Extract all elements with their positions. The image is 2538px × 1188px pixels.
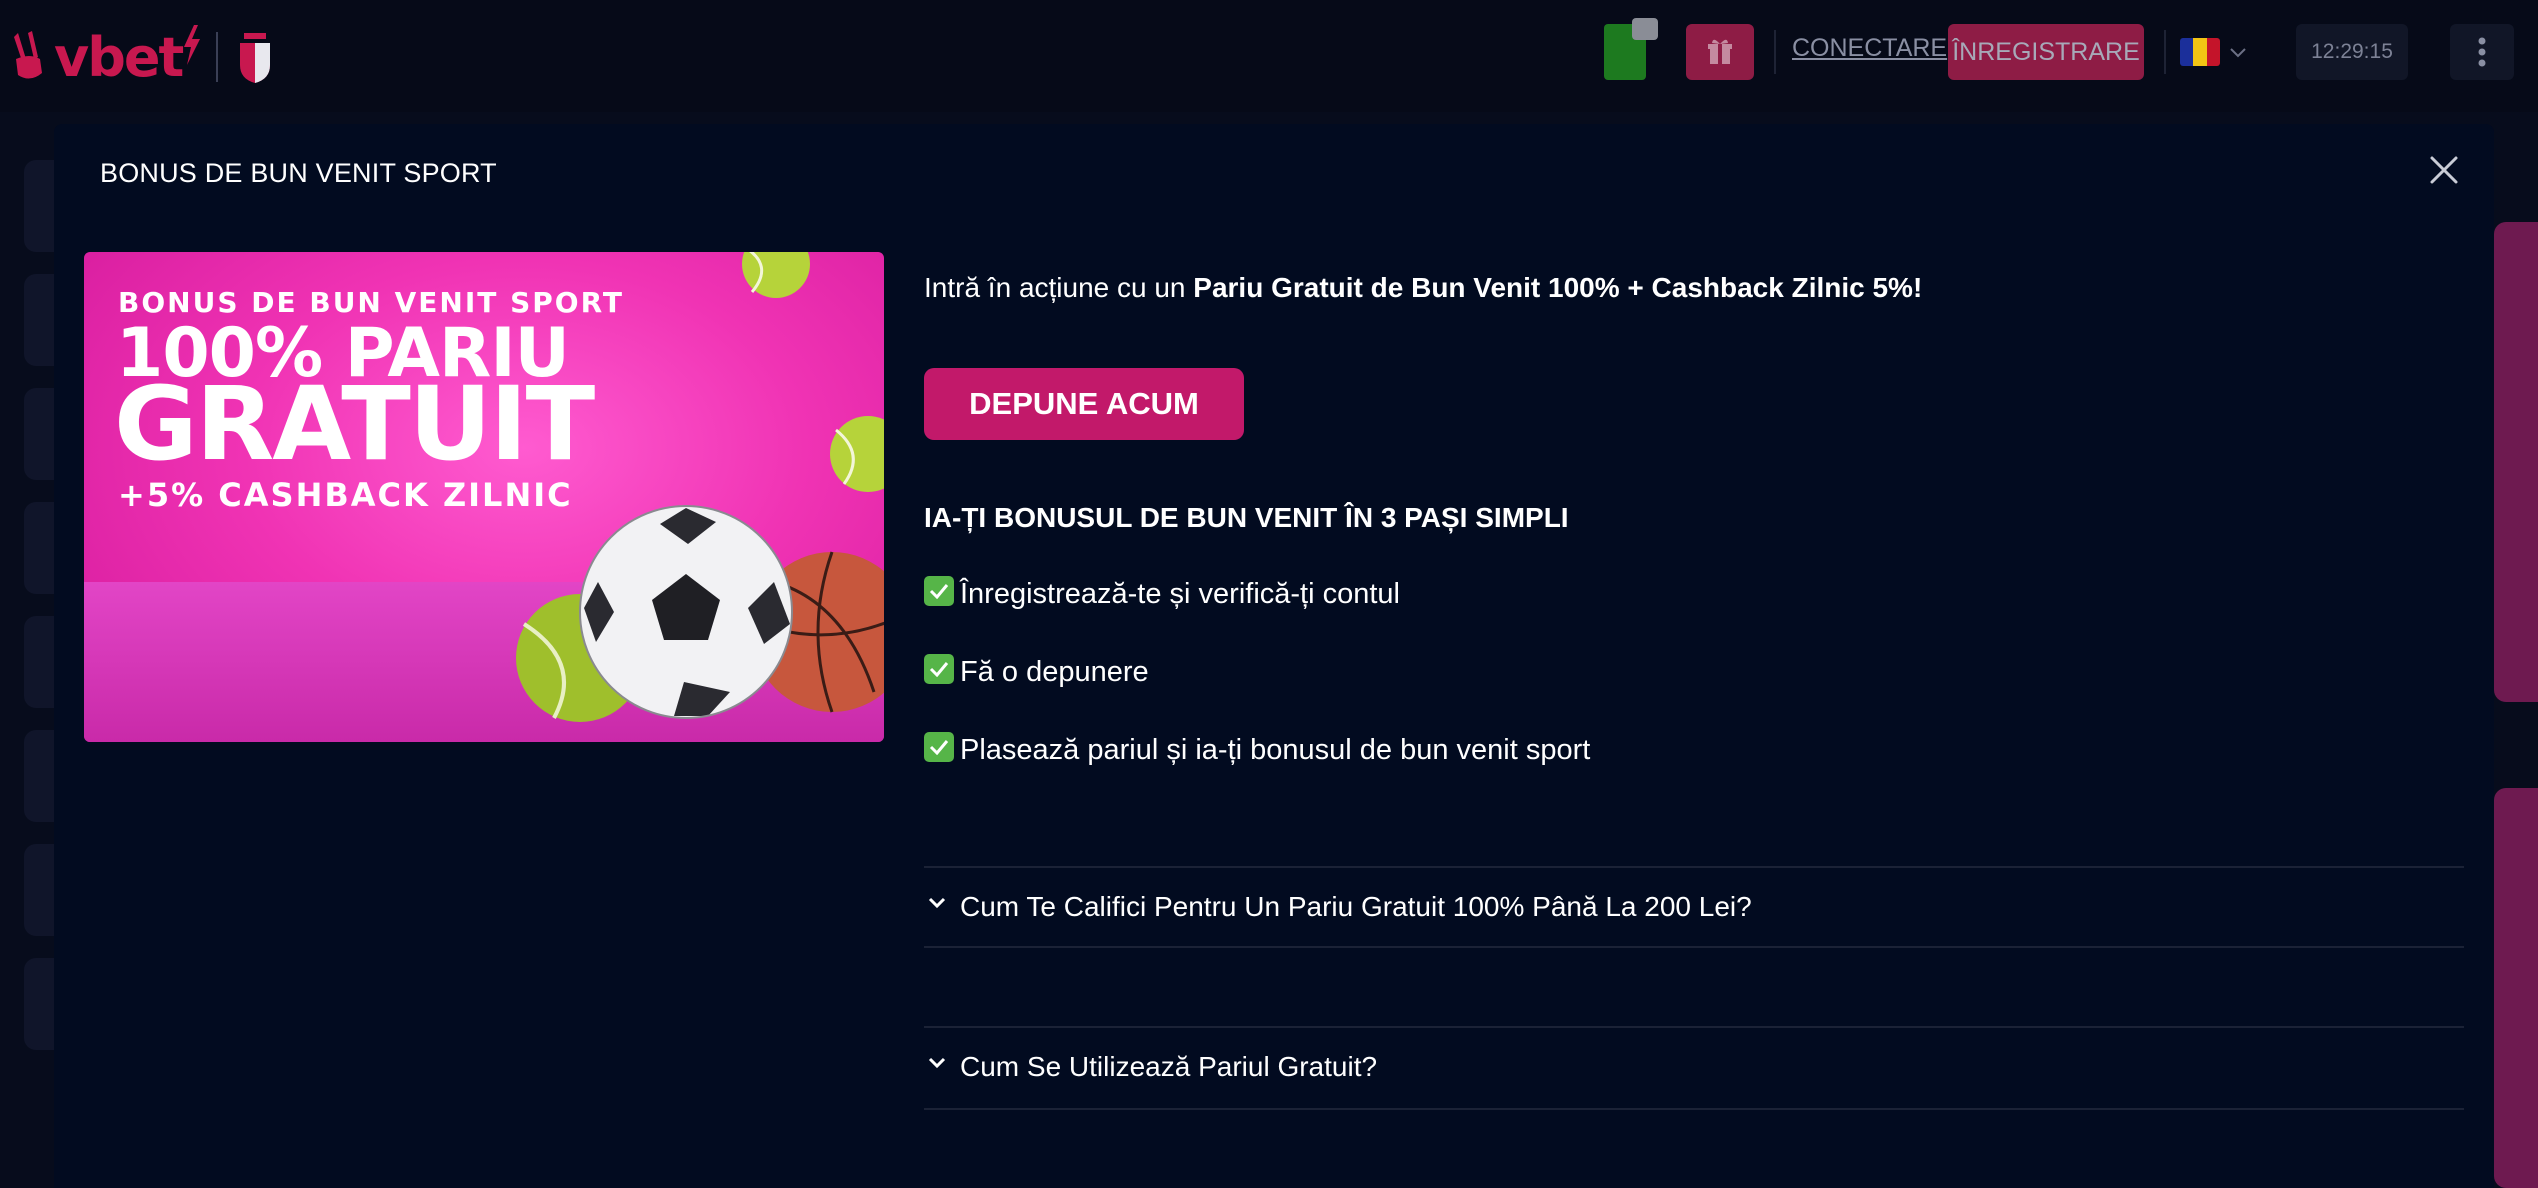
register-button[interactable]: ÎNREGISTRARE	[1948, 24, 2144, 80]
intro-prefix: Intră în acțiune cu un	[924, 272, 1194, 303]
logo-separator	[216, 32, 219, 82]
more-menu-button[interactable]	[2450, 24, 2514, 80]
step-label: Plasează pariul și ia-ți bonusul de bun …	[960, 734, 1591, 766]
promo-banner-image: BONUS DE BUN VENIT SPORT 100% PARIU GRAT…	[84, 252, 884, 742]
chevron-down-icon	[2230, 48, 2246, 58]
close-icon[interactable]	[2424, 150, 2464, 190]
step-item: Înregistrează-te și verifică-ți contul	[924, 575, 1400, 611]
gift-icon	[1708, 39, 1732, 64]
more-vertical-icon	[2478, 37, 2486, 67]
victory-hand-icon	[14, 31, 42, 79]
welcome-bonus-modal: BONUS DE BUN VENIT SPORT BONUS DE BUN VE…	[54, 124, 2494, 1188]
language-selector[interactable]	[2180, 38, 2248, 66]
faq-question: Cum Te Califici Pentru Un Pariu Gratuit …	[960, 891, 1752, 922]
faq-item-usage[interactable]: Cum Se Utilizează Pariul Gratuit?	[924, 1028, 2464, 1106]
romania-flag-icon	[2180, 38, 2220, 66]
modal-title: BONUS DE BUN VENIT SPORT	[100, 158, 497, 188]
header-divider	[1774, 30, 1776, 74]
step-label: Fă o depunere	[960, 656, 1149, 688]
chevron-down-icon	[928, 897, 946, 909]
checkmark-icon	[924, 653, 954, 684]
gift-button[interactable]	[1686, 24, 1754, 80]
step-label: Înregistrează-te și verifică-ți contul	[960, 578, 1400, 610]
faq-divider	[924, 1108, 2464, 1110]
background-banner	[2494, 788, 2538, 1188]
top-header: vbet CONECTARE ÎNREGISTRARE 12:29:15	[0, 0, 2538, 112]
faq-divider	[924, 946, 2464, 948]
header-divider	[2164, 30, 2166, 74]
clock-display: 12:29:15	[2296, 24, 2408, 80]
wallet-icon	[1632, 18, 1658, 40]
login-link[interactable]: CONECTARE	[1792, 34, 1947, 63]
promo-cashback: +5% CASHBACK ZILNIC	[118, 476, 573, 514]
checkmark-icon	[924, 731, 954, 762]
faq-question: Cum Se Utilizează Pariul Gratuit?	[960, 1051, 1378, 1082]
intro-highlight: Pariu Gratuit de Bun Venit 100% + Cashba…	[1193, 272, 1923, 303]
step-item: Plasează pariul și ia-ți bonusul de bun …	[924, 731, 1591, 767]
step-item: Fă o depunere	[924, 653, 1149, 689]
promo-offer-main: GRATUIT	[114, 365, 595, 484]
deposit-now-button[interactable]: DEPUNE ACUM	[924, 368, 1244, 440]
background-banner	[2494, 222, 2538, 702]
as-monaco-crest-icon	[240, 33, 271, 83]
logo-wordmark: vbet	[54, 25, 184, 89]
steps-heading: IA-ȚI BONUSUL DE BUN VENIT ÎN 3 PAȘI SIM…	[924, 502, 1569, 533]
intro-text: Intră în acțiune cu un Pariu Gratuit de …	[924, 272, 1922, 304]
chevron-down-icon	[928, 1057, 946, 1069]
vbet-logo[interactable]: vbet	[10, 22, 274, 92]
bolt-icon	[184, 25, 201, 65]
faq-item-qualify[interactable]: Cum Te Califici Pentru Un Pariu Gratuit …	[924, 868, 2464, 946]
checkmark-icon	[924, 575, 954, 606]
